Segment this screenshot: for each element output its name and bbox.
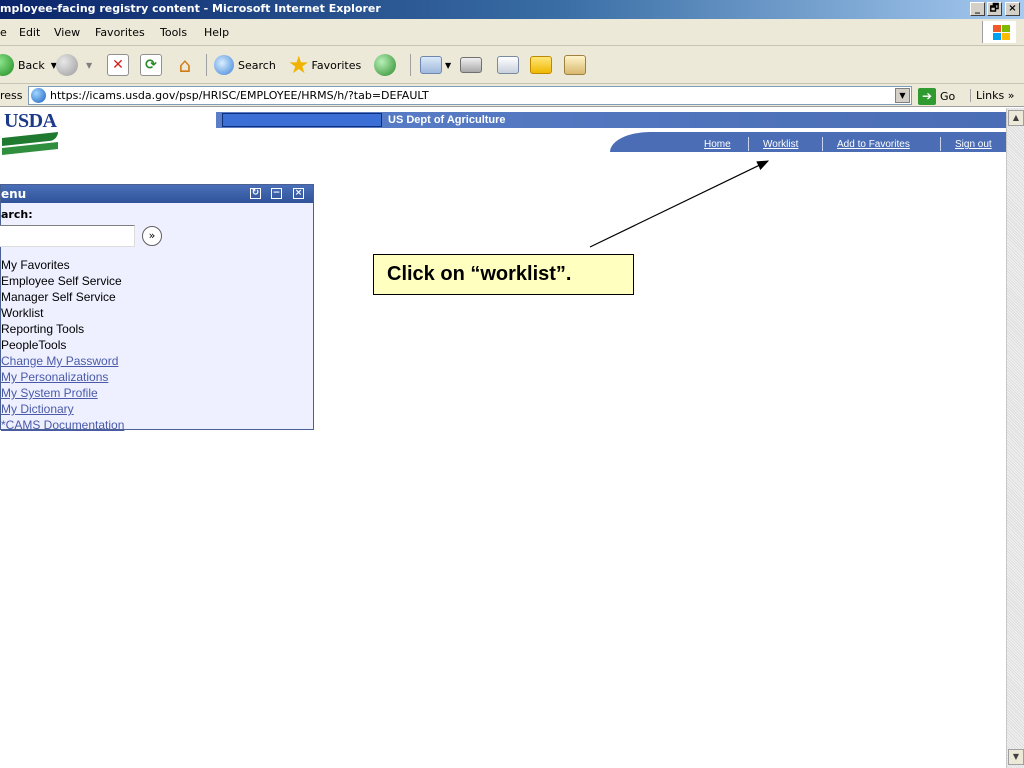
menu-item-peopletools[interactable]: PeopleTools bbox=[1, 338, 66, 352]
scroll-up-icon[interactable]: ▲ bbox=[1008, 110, 1024, 126]
nav-home-link[interactable]: Home bbox=[704, 139, 731, 150]
org-name: US Dept of Agriculture bbox=[388, 114, 506, 126]
menu-item-my-favorites[interactable]: My Favorites bbox=[1, 258, 70, 272]
edit-button[interactable] bbox=[497, 52, 519, 78]
instruction-callout: Click on “worklist”. bbox=[373, 254, 634, 295]
messenger-button[interactable] bbox=[564, 52, 586, 78]
menu-item-my-system-profile[interactable]: My System Profile bbox=[1, 386, 98, 400]
home-icon: ⌂ bbox=[178, 53, 192, 77]
window-title-bar: mployee-facing registry content - Micros… bbox=[0, 0, 1024, 19]
menu-search-label: arch: bbox=[1, 208, 33, 221]
search-button[interactable]: Search bbox=[214, 52, 276, 78]
window-title: mployee-facing registry content - Micros… bbox=[0, 2, 381, 15]
menu-item-reporting-tools[interactable]: Reporting Tools bbox=[1, 322, 84, 336]
stop-button[interactable]: ✕ bbox=[107, 52, 129, 78]
vertical-scrollbar[interactable]: ▲ ▼ bbox=[1006, 108, 1024, 768]
address-url: https://icams.usda.gov/psp/HRISC/EMPLOYE… bbox=[50, 89, 429, 102]
usda-logo-text: USDA bbox=[4, 110, 57, 132]
menu-title: enu bbox=[1, 187, 27, 201]
header-nav-bar bbox=[610, 132, 1006, 152]
menu-item-worklist[interactable]: Worklist bbox=[1, 306, 43, 320]
back-label: Back bbox=[18, 58, 45, 72]
stop-icon: ✕ bbox=[107, 54, 129, 76]
usda-logo: USDA bbox=[0, 110, 62, 155]
scroll-down-icon[interactable]: ▼ bbox=[1008, 749, 1024, 765]
history-icon bbox=[374, 54, 396, 76]
back-arrow-icon bbox=[0, 54, 14, 76]
print-button[interactable] bbox=[460, 52, 482, 78]
go-arrow-icon: ➔ bbox=[918, 87, 936, 105]
forward-button[interactable]: ▼ bbox=[56, 52, 92, 78]
address-input[interactable]: https://icams.usda.gov/psp/HRISC/EMPLOYE… bbox=[28, 86, 912, 105]
go-label: Go bbox=[940, 89, 956, 103]
ie-page-icon bbox=[31, 88, 46, 103]
nav-sign-out-link[interactable]: Sign out bbox=[955, 139, 992, 150]
menu-item-my-personalizations[interactable]: My Personalizations bbox=[1, 370, 108, 384]
refresh-icon: ⟳ bbox=[140, 54, 162, 76]
menu-search-input[interactable] bbox=[0, 225, 135, 247]
home-button[interactable]: ⌂ bbox=[174, 52, 196, 78]
menu-bar: e Edit View Favorites Tools Help bbox=[0, 19, 1024, 46]
menu-portlet: enu ↻ − × arch: » My Favorites Employee … bbox=[0, 184, 314, 432]
print-icon bbox=[460, 57, 482, 73]
mail-button[interactable]: ▼ bbox=[420, 52, 451, 78]
minimize-portlet-icon[interactable]: − bbox=[271, 188, 282, 199]
nav-separator bbox=[822, 137, 823, 151]
address-bar: ress https://icams.usda.gov/psp/HRISC/EM… bbox=[0, 84, 1024, 107]
menu-item-manager-self-service[interactable]: Manager Self Service bbox=[1, 290, 116, 304]
forward-arrow-icon bbox=[56, 54, 78, 76]
nav-worklist-link[interactable]: Worklist bbox=[763, 139, 798, 150]
menu-edit[interactable]: Edit bbox=[19, 26, 40, 39]
go-button[interactable]: ➔ Go bbox=[918, 87, 955, 105]
discuss-button[interactable] bbox=[530, 52, 552, 78]
menu-item-employee-self-service[interactable]: Employee Self Service bbox=[1, 274, 122, 288]
toolbar: Back ▼ ▼ ✕ ⟳ ⌂ Search ★ Favorites ▼ bbox=[0, 46, 1024, 84]
callout-text: Click on “worklist”. bbox=[387, 263, 572, 285]
menu-file[interactable]: e bbox=[0, 26, 7, 39]
address-label: ress bbox=[0, 89, 23, 102]
search-label: Search bbox=[238, 58, 276, 72]
menu-item-change-my-password[interactable]: Change My Password bbox=[1, 354, 118, 368]
close-button[interactable]: × bbox=[1005, 2, 1020, 16]
history-button[interactable] bbox=[374, 52, 400, 78]
menu-item-cams-documentation[interactable]: *CAMS Documentation bbox=[1, 418, 124, 432]
back-button[interactable]: Back ▼ bbox=[0, 52, 57, 78]
toolbar-separator bbox=[206, 54, 207, 76]
refresh-portlet-icon[interactable]: ↻ bbox=[250, 188, 261, 199]
links-button[interactable]: Links » bbox=[970, 89, 1014, 102]
favorites-star-icon: ★ bbox=[288, 51, 310, 79]
toolbar-separator bbox=[410, 54, 411, 76]
folder-icon bbox=[530, 56, 552, 74]
research-icon bbox=[564, 55, 586, 75]
menu-search-go-icon[interactable]: » bbox=[142, 226, 162, 246]
nav-separator bbox=[748, 137, 749, 151]
windows-logo-icon bbox=[982, 21, 1016, 43]
menu-item-my-dictionary[interactable]: My Dictionary bbox=[1, 402, 74, 416]
favorites-button[interactable]: ★ Favorites bbox=[288, 52, 361, 78]
page-content: USDA US Dept of Agriculture Home Worklis… bbox=[0, 108, 1006, 768]
menu-portlet-header: enu ↻ − × bbox=[1, 185, 313, 203]
menu-view[interactable]: View bbox=[54, 26, 80, 39]
org-selector-box bbox=[222, 113, 382, 127]
nav-add-to-favorites-link[interactable]: Add to Favorites bbox=[837, 139, 910, 150]
search-icon bbox=[214, 55, 234, 75]
address-dropdown-icon[interactable]: ▼ bbox=[895, 88, 910, 103]
mail-dropdown-icon: ▼ bbox=[445, 60, 452, 70]
favorites-label: Favorites bbox=[311, 58, 362, 72]
mail-icon bbox=[420, 56, 442, 74]
menu-help[interactable]: Help bbox=[204, 26, 229, 39]
refresh-button[interactable]: ⟳ bbox=[140, 52, 162, 78]
close-portlet-icon[interactable]: × bbox=[293, 188, 304, 199]
maximize-button[interactable]: 🗗 bbox=[987, 2, 1002, 16]
forward-dropdown-icon: ▼ bbox=[86, 60, 93, 70]
menu-favorites[interactable]: Favorites bbox=[95, 26, 145, 39]
nav-separator bbox=[940, 137, 941, 151]
edit-page-icon bbox=[497, 56, 519, 74]
minimize-button[interactable]: _ bbox=[970, 2, 985, 16]
menu-tools[interactable]: Tools bbox=[160, 26, 187, 39]
